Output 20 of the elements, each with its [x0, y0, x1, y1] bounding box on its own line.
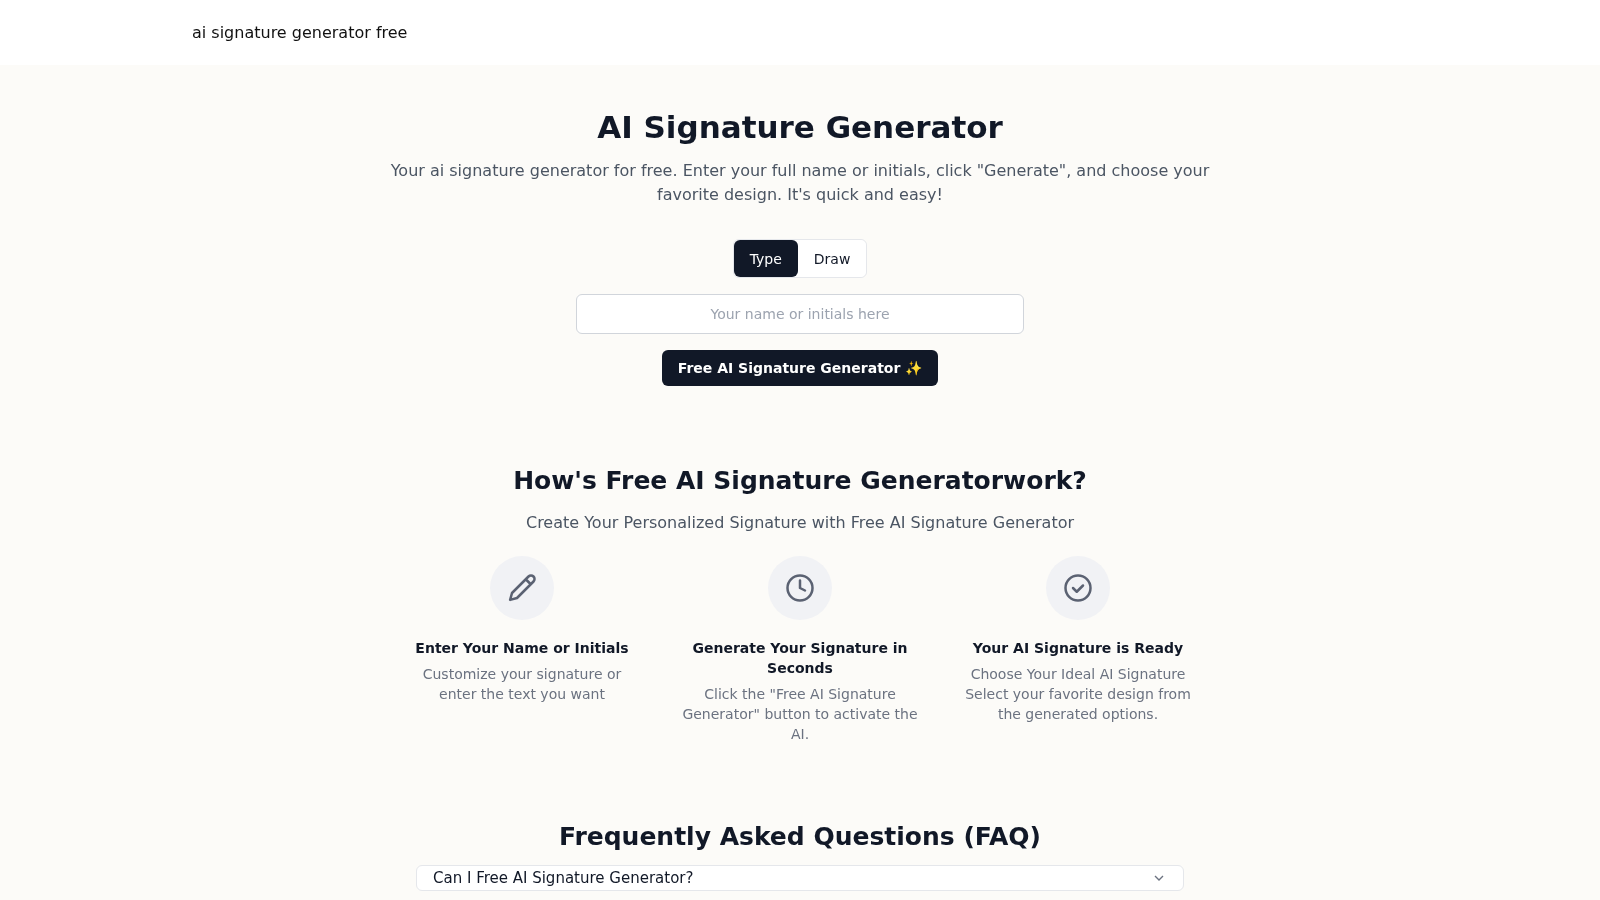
- faq-item[interactable]: Can I Free AI Signature Generator?: [416, 865, 1184, 891]
- mode-tab[interactable]: Type: [733, 240, 798, 277]
- page-title: AI Signature Generator: [597, 109, 1003, 145]
- faq-title: Frequently Asked Questions (FAQ): [558, 822, 1042, 851]
- step-text: Customize your signature or enter the text you want: [421, 665, 623, 704]
- site-title-link[interactable]: ai signature generator free: [192, 23, 408, 42]
- step-title: Enter Your Name or Initials: [415, 639, 629, 658]
- step-title: Your AI Signature is Ready: [972, 639, 1184, 658]
- step-text: Choose Your Ideal AI Signature Select your favorite design from the generated options.: [964, 665, 1192, 724]
- section-title: How's Free AI Signature Generatorwork?: [513, 466, 1087, 495]
- page-description: Your ai signature generator for free. Enter your full name or initials, click "Generate", and choose your favorite design. It's quick and easy!: [389, 160, 1211, 206]
- section-subtitle: Create Your Personalized Signature with Free AI Signature Generator: [525, 513, 1075, 532]
- faq-question: Can I Free AI Signature Generator?: [433, 869, 694, 887]
- check-icon: [1063, 573, 1093, 603]
- name-input-field[interactable]: Your name or initials here: [576, 294, 1024, 334]
- pencil-icon: [507, 573, 537, 603]
- step-title: Generate Your Signature in Seconds: [691, 639, 909, 678]
- clock-icon: [785, 573, 815, 603]
- step-text: Click the "Free AI Signature Generator" button to activate the AI.: [681, 685, 919, 744]
- generate-button[interactable]: Free AI Signature Generator ✨: [661, 350, 939, 386]
